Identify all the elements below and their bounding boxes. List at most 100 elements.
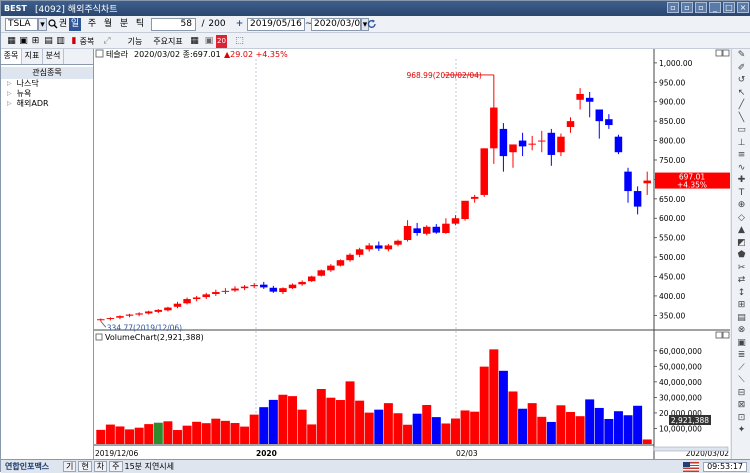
window-icon[interactable]: ▣ [18,35,29,48]
tree-item-adr[interactable]: ▷ 해외ADR [1,99,93,109]
grid-icon[interactable]: ▦ [189,35,200,48]
volume-bar [585,399,595,444]
refresh-icon[interactable] [367,18,377,31]
candle-body [422,226,431,234]
main-indicator-button[interactable]: 주요지표 [148,35,188,48]
box-icon[interactable]: ▣ [732,337,750,350]
alert-icon[interactable]: 20 [216,35,227,48]
symbol-dropdown-arrow[interactable]: ▾ [38,18,47,31]
expand-icon[interactable]: ▷ [7,99,12,109]
tree-item-label: 나스닥 [16,79,39,88]
fib-icon[interactable]: ◩ [732,237,750,250]
x-box-icon[interactable]: ⊠ [732,399,750,412]
minimize-button[interactable]: _ [709,2,721,13]
tree-item-nasdaq[interactable]: ▷ 나스닥 [1,79,93,89]
ray-icon[interactable]: ⟋ [732,362,750,375]
print-icon[interactable]: ▥ [55,35,66,48]
period-day-button[interactable]: 일 [69,18,81,31]
window-option-button[interactable]: ▫ [681,2,693,13]
stock-name: 테슬라 [106,49,129,59]
plus-icon[interactable]: + [235,18,244,31]
candle-body [384,245,393,250]
export-icon[interactable]: ⬚ [234,35,245,48]
circle-icon[interactable]: ⊕ [732,199,750,212]
trendline-icon[interactable]: ╱ [732,99,750,112]
vertical-icon[interactable]: ↕ [732,287,750,300]
brand-label: 연합인포맥스 [5,462,50,471]
swap-icon[interactable]: ⇄ [732,274,750,287]
candle-body [212,292,220,294]
volume-bar [297,409,307,444]
grid-icon[interactable]: ⊞ [732,299,750,312]
date-to-input[interactable]: 2020/03/02 [311,18,366,31]
tab-analysis[interactable]: 분석 [43,49,64,64]
symbol-name-button[interactable]: 권 [58,18,68,31]
text-icon[interactable]: T [732,187,750,200]
tab-stocks[interactable]: 종목 [1,49,22,64]
layout-icon[interactable]: ▦ [6,35,17,48]
volume-bar [335,400,345,444]
period-week-button[interactable]: 주 [86,18,98,31]
volume-bar [153,422,163,444]
brush-icon[interactable]: ✐ [732,62,750,75]
menu-icon[interactable]: ≣ [732,349,750,362]
candle-body [355,249,364,255]
chart-area[interactable]: 테슬라 2020/03/02 종:697.01 ▲29.02 +4.35% Vo… [94,49,730,459]
symbol-input[interactable]: TSLA [5,18,38,31]
price-volume-chart[interactable]: 테슬라 2020/03/02 종:697.01 ▲29.02 +4.35% Vo… [94,49,730,459]
channel-icon[interactable]: ≡ [732,149,750,162]
save-icon[interactable]: ▤ [43,35,54,48]
overlap-button[interactable]: 중복 [78,35,96,48]
status-button[interactable]: 주 [109,461,123,472]
volume-tick-label: 30,000,000 [659,393,702,402]
diamond-icon[interactable]: ◇ [732,212,750,225]
link-icon[interactable]: ⊞ [30,35,41,48]
star-icon[interactable]: ✦ [732,424,750,437]
search-icon[interactable] [48,18,58,31]
candle-body [288,284,297,289]
draw-icon[interactable]: ⤢ [100,35,114,48]
horizontal-line-icon[interactable]: ⊥ [732,137,750,150]
volume-bar [383,403,393,444]
undo-icon[interactable]: ↺ [732,74,750,87]
rectangle-icon[interactable]: ▭ [732,124,750,137]
maximize-button[interactable]: □ [723,2,735,13]
volume-bar [364,412,374,444]
ray-down-icon[interactable]: ⟍ [732,374,750,387]
status-button[interactable]: 차 [93,461,108,472]
x-axis-label: 2020 [256,449,277,458]
minus-icon[interactable]: ⊟ [732,387,750,400]
line-icon[interactable]: ╲ [732,112,750,125]
crosshair-icon[interactable]: ✚ [732,174,750,187]
period-month-button[interactable]: 월 [102,18,114,31]
cursor-icon[interactable]: ↖ [732,87,750,100]
count-input[interactable]: 58 [151,18,196,31]
expand-icon[interactable]: ▷ [7,89,12,99]
status-button[interactable]: 기 [63,461,77,472]
triangle-icon[interactable]: ▲ [732,224,750,237]
period-minute-button[interactable]: 분 [118,18,130,31]
volume-bar [105,424,115,444]
list-icon[interactable]: ▤ [732,312,750,325]
delete-icon[interactable]: ⊗ [732,324,750,337]
status-button[interactable]: 현 [78,461,92,472]
volume-bar [613,411,623,444]
wave-icon[interactable]: ∿ [732,162,750,175]
volume-bar [374,409,384,444]
expand-icon[interactable]: ▷ [7,79,12,89]
dot-box-icon[interactable]: ⊡ [732,412,750,425]
pointer-icon[interactable]: ▣ [204,35,214,48]
close-button[interactable]: × [737,2,749,13]
polygon-icon[interactable]: ⬟ [732,249,750,262]
period-tick-button[interactable]: 틱 [134,18,146,31]
tree-item-newyork[interactable]: ▷ 뉴욕 [1,89,93,99]
pencil-icon[interactable]: ✎ [732,49,750,62]
volume-bar [259,407,269,444]
tab-indicators[interactable]: 지표 [22,49,43,64]
function-button[interactable]: 기능 [125,35,145,48]
window-option-button[interactable]: ▫ [667,2,679,13]
chart-scrollbar[interactable] [653,446,729,452]
window-option-button[interactable]: ▫ [695,2,707,13]
date-from-input[interactable]: 2019/05/16 [247,18,305,31]
cut-icon[interactable]: ✂ [732,262,750,275]
